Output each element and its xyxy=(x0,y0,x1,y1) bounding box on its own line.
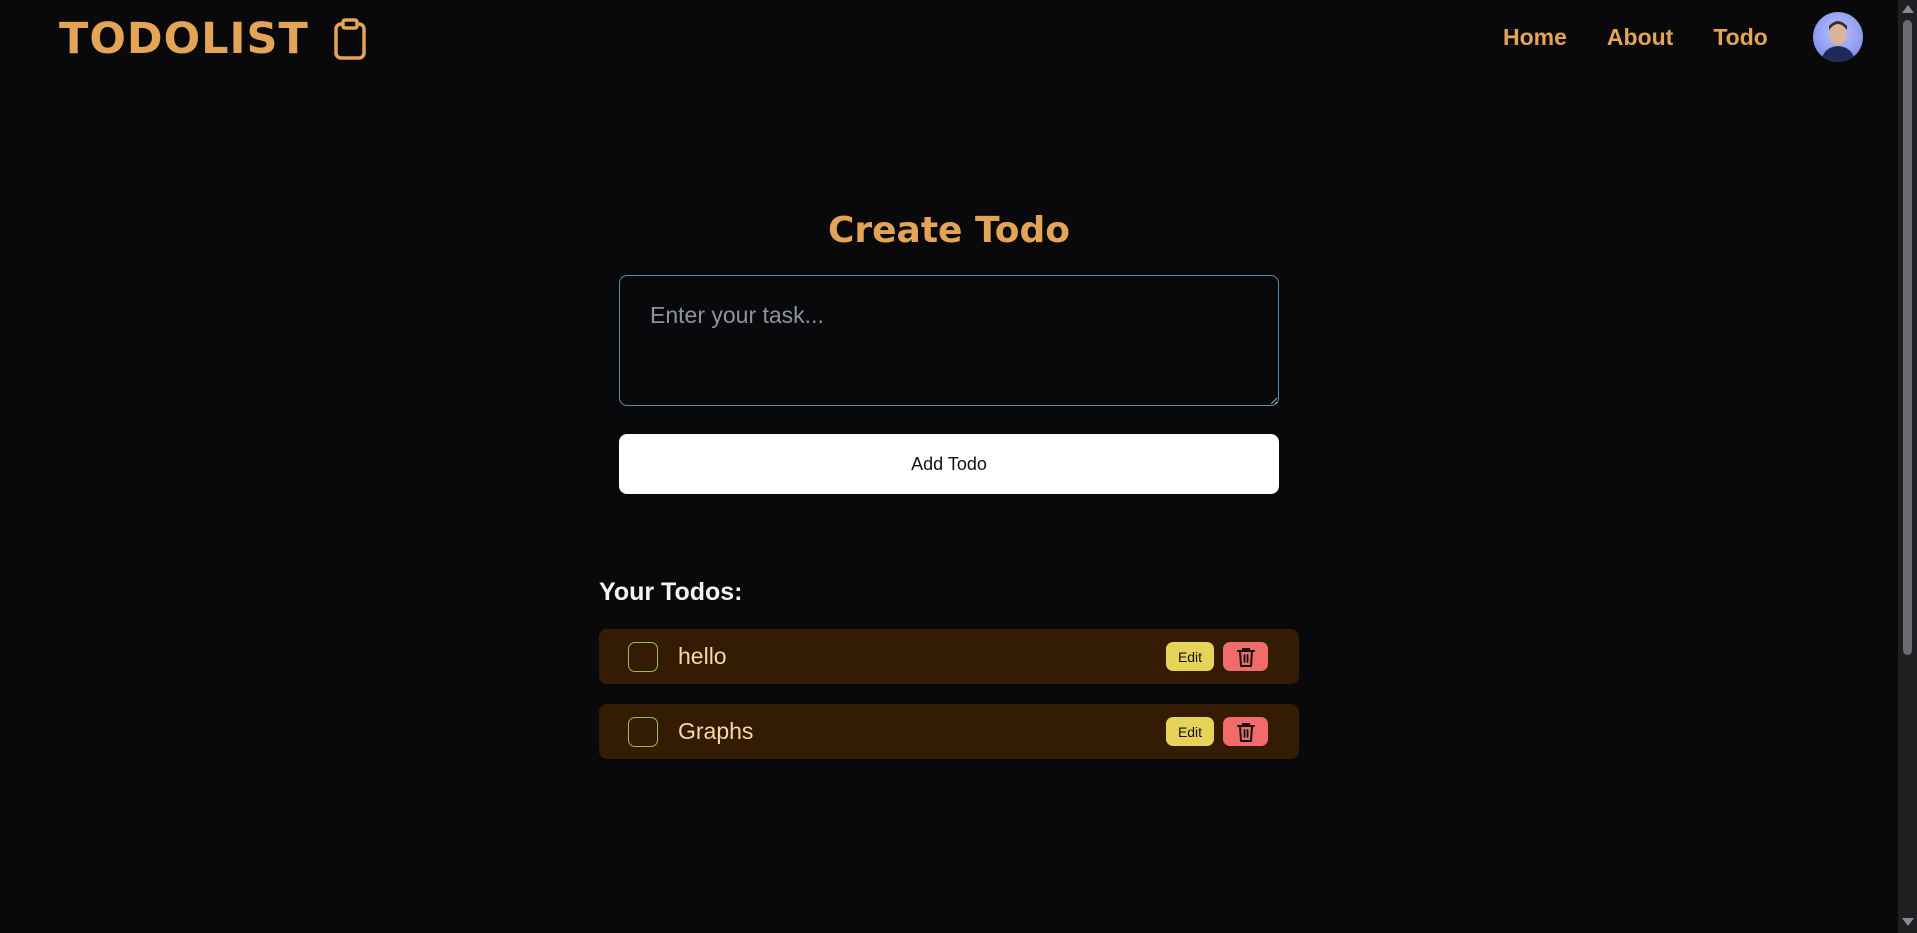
task-input[interactable] xyxy=(619,275,1279,406)
edit-button[interactable]: Edit xyxy=(1166,717,1214,746)
delete-button[interactable] xyxy=(1223,642,1268,671)
todo-checkbox[interactable] xyxy=(628,716,658,747)
brand[interactable]: TODOLIST xyxy=(59,14,367,64)
todo-text: Graphs xyxy=(678,718,754,744)
nav-link-todo[interactable]: Todo xyxy=(1713,24,1768,51)
clipboard-icon xyxy=(333,18,367,60)
scroll-down-icon[interactable] xyxy=(1902,918,1914,926)
avatar-image xyxy=(1821,21,1855,62)
brand-title: TODOLIST xyxy=(59,14,309,64)
nav-link-about[interactable]: About xyxy=(1607,24,1673,51)
navbar: TODOLIST Home About Todo xyxy=(0,0,1898,80)
edit-button[interactable]: Edit xyxy=(1166,642,1214,671)
delete-button[interactable] xyxy=(1223,717,1268,746)
page-title: Create Todo xyxy=(827,210,1071,251)
page: TODOLIST Home About Todo Create Todo Add… xyxy=(0,0,1917,933)
nav-links: Home About Todo xyxy=(1503,24,1768,51)
todo-list: hello Edit Graphs Edit xyxy=(599,629,1299,779)
trash-icon xyxy=(1236,647,1255,667)
todo-item: hello Edit xyxy=(599,629,1299,684)
nav-link-home[interactable]: Home xyxy=(1503,24,1567,51)
trash-icon xyxy=(1236,722,1255,742)
user-avatar[interactable] xyxy=(1813,12,1863,62)
scroll-up-icon[interactable] xyxy=(1902,5,1914,13)
scroll-thumb[interactable] xyxy=(1903,20,1912,655)
todos-heading: Your Todos: xyxy=(599,578,743,606)
todo-text: hello xyxy=(678,643,727,669)
todo-item: Graphs Edit xyxy=(599,704,1299,759)
add-todo-button[interactable]: Add Todo xyxy=(619,434,1279,494)
scrollbar[interactable] xyxy=(1898,0,1917,933)
todo-checkbox[interactable] xyxy=(628,641,658,672)
